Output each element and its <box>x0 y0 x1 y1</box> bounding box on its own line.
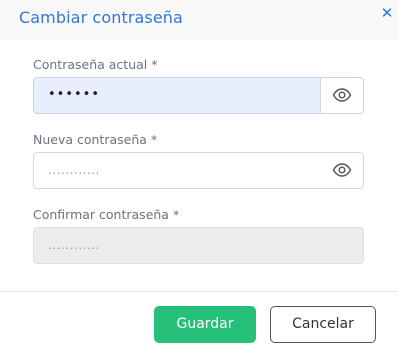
eye-icon <box>332 88 352 102</box>
current-password-field[interactable]: •••••• <box>33 77 364 114</box>
dialog-header: Cambiar contraseña <box>0 0 398 40</box>
show-current-password-button[interactable] <box>320 78 363 113</box>
footer-divider <box>0 291 398 292</box>
confirm-password-placeholder: ............ <box>48 238 100 252</box>
close-icon[interactable]: ✕ <box>377 3 397 23</box>
confirm-password-label: Confirmar contraseña * <box>33 207 180 222</box>
dialog-title: Cambiar contraseña <box>19 8 183 27</box>
new-password-label: Nueva contraseña * <box>33 132 158 147</box>
current-password-value: •••••• <box>48 87 101 102</box>
cancel-button[interactable]: Cancelar <box>270 306 376 343</box>
current-password-label: Contraseña actual * <box>33 57 158 72</box>
show-new-password-button[interactable] <box>321 153 363 188</box>
new-password-field[interactable]: ............ <box>33 152 364 189</box>
save-button[interactable]: Guardar <box>154 306 256 343</box>
new-password-placeholder: ............ <box>48 163 100 177</box>
eye-icon <box>332 163 352 177</box>
confirm-password-field: ............ <box>33 227 364 264</box>
